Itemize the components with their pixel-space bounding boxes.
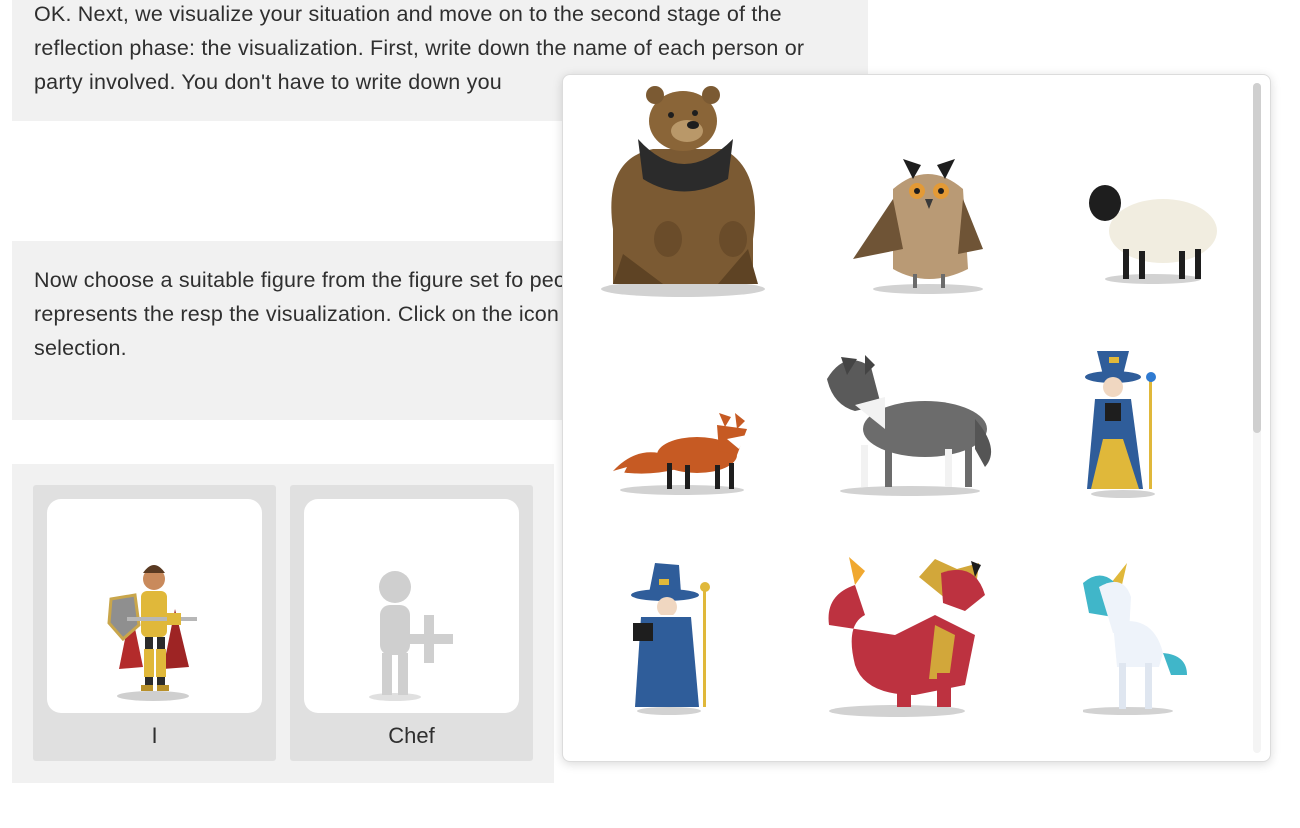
figure-frame[interactable] bbox=[47, 499, 262, 713]
owl-icon bbox=[853, 159, 983, 294]
character-option-wizard[interactable] bbox=[629, 563, 829, 761]
sheep-icon bbox=[1089, 185, 1217, 284]
wolf-icon bbox=[827, 355, 992, 496]
bear-icon bbox=[601, 86, 765, 297]
add-figure-icon bbox=[369, 571, 453, 701]
figure-name: I bbox=[151, 723, 158, 748]
figure-frame[interactable] bbox=[304, 499, 519, 713]
unicorn-icon bbox=[1083, 563, 1187, 715]
character-option-bear[interactable] bbox=[583, 79, 783, 299]
character-picker bbox=[562, 74, 1271, 762]
witch-icon bbox=[1085, 351, 1156, 498]
character-option-sheep[interactable] bbox=[1063, 141, 1263, 361]
figure-card-me[interactable]: I bbox=[33, 485, 276, 761]
dragon-icon bbox=[828, 557, 985, 717]
character-option-witch[interactable] bbox=[1083, 349, 1270, 569]
figure-card-chef[interactable]: Chef bbox=[290, 485, 533, 761]
character-option-wolf[interactable] bbox=[825, 349, 1025, 569]
wizard-icon bbox=[631, 563, 710, 715]
character-option-owl[interactable] bbox=[833, 129, 1033, 349]
character-option-dragon[interactable] bbox=[825, 555, 1025, 761]
character-option-unicorn[interactable] bbox=[1083, 563, 1270, 761]
figure-name: Chef bbox=[388, 723, 435, 748]
figures-panel: I Chef bbox=[12, 464, 554, 783]
knight-icon bbox=[107, 565, 197, 701]
